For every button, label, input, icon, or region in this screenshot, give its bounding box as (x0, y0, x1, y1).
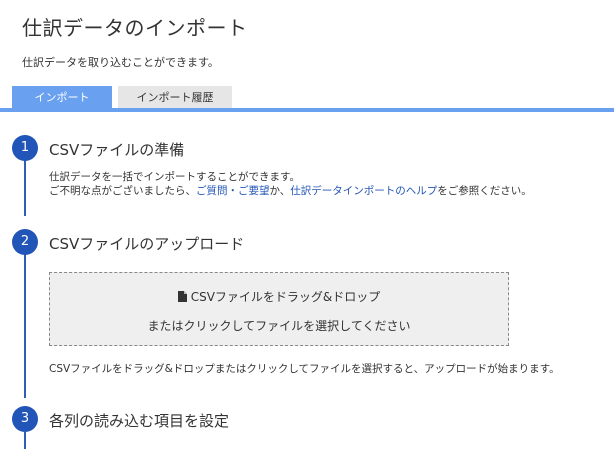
step-title: 各列の読み込む項目を設定 (49, 412, 230, 430)
timeline-line (24, 254, 26, 398)
step-title: CSVファイルの準備 (49, 141, 185, 159)
step-number: 2 (12, 229, 38, 255)
dropzone-title: CSVファイルをドラッグ&ドロップ (190, 290, 381, 304)
timeline-line (24, 160, 26, 216)
file-dropzone[interactable]: CSVファイルをドラッグ&ドロップ またはクリックしてファイルを選択してください (49, 272, 509, 346)
description-line: ご不明な点がございましたら、ご質問・ご要望か、仕訳データインポートのヘルプをご参… (49, 184, 532, 198)
description-text: ご不明な点がございましたら、 (49, 185, 196, 197)
upload-note: CSVファイルをドラッグ&ドロップまたはクリックしてファイルを選択すると、アップ… (49, 363, 560, 375)
tab-import-history[interactable]: インポート履歴 (118, 86, 232, 109)
tab-underline (0, 108, 614, 112)
page-title: 仕訳データのインポート (22, 16, 248, 40)
step-title: CSVファイルのアップロード (49, 235, 245, 253)
tab-import[interactable]: インポート (12, 86, 112, 109)
help-link[interactable]: 仕訳データインポートのヘルプ (290, 185, 437, 197)
dropzone-hint: またはクリックしてファイルを選択してください (147, 319, 411, 333)
step-number: 3 (12, 406, 38, 432)
description-text: か、 (269, 185, 291, 197)
dropzone-label: CSVファイルをドラッグ&ドロップ (50, 288, 508, 305)
page-subtitle: 仕訳データを取り込むことができます。 (22, 56, 219, 69)
description-text: をご参照ください。 (437, 185, 532, 197)
file-icon (177, 291, 187, 305)
description-line: 仕訳データを一括でインポートすることができます。 (49, 171, 300, 183)
support-link[interactable]: ご質問・ご要望 (196, 185, 270, 197)
step-description: 仕訳データを一括でインポートすることができます。 ご不明な点がございましたら、ご… (49, 170, 532, 198)
timeline-line (24, 432, 26, 449)
step-number: 1 (12, 135, 38, 161)
